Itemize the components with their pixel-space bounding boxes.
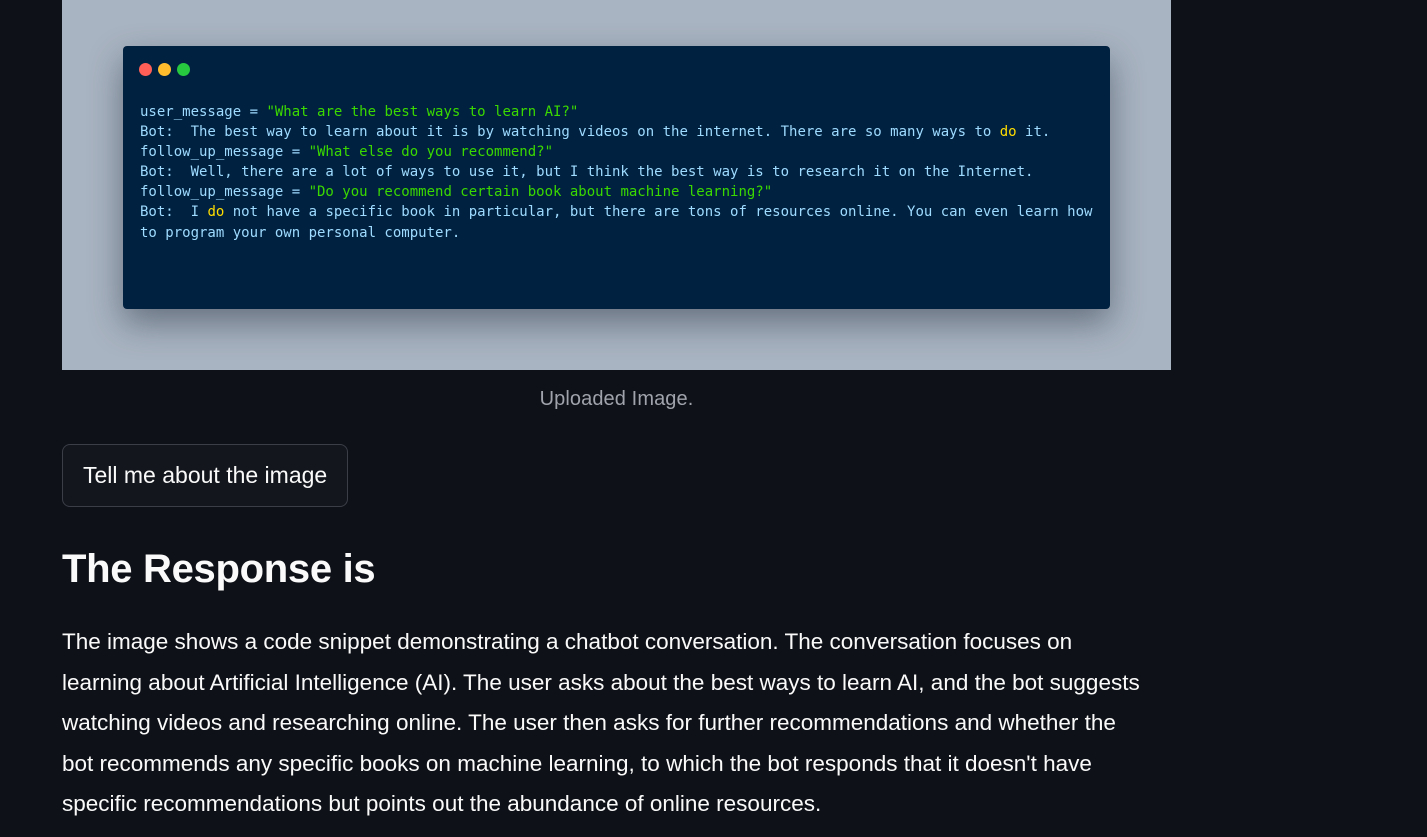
code-line-2-a: Bot: The best way to learn about it is b… — [140, 124, 1000, 141]
uploaded-image: user_message = "What are the best ways t… — [62, 0, 1171, 370]
maximize-dot-icon — [177, 63, 190, 76]
code-line-4: Bot: Well, there are a lot of ways to us… — [140, 164, 1034, 181]
response-heading: The Response is — [62, 547, 376, 591]
code-line-5-string: "Do you recommend certain book about mac… — [308, 184, 773, 201]
code-line-5-var: follow_up_message = — [140, 184, 309, 201]
tell-me-about-image-button[interactable]: Tell me about the image — [62, 444, 349, 507]
code-line-2-keyword: do — [999, 124, 1017, 141]
image-caption: Uploaded Image. — [539, 388, 694, 410]
minimize-dot-icon — [158, 63, 171, 76]
code-line-1-string: "What are the best ways to learn AI?" — [266, 104, 579, 120]
code-line-6-keyword: do — [207, 204, 225, 221]
code-window: user_message = "What are the best ways t… — [123, 46, 1110, 309]
response-text: The image shows a code snippet demonstra… — [62, 629, 1140, 816]
code-line-6-a: Bot: I — [140, 204, 208, 221]
code-snippet: user_message = "What are the best ways t… — [140, 102, 1100, 243]
main-content: user_message = "What are the best ways t… — [62, 0, 1171, 825]
code-line-3-string: "What else do you recommend?" — [308, 144, 554, 161]
window-controls — [139, 63, 190, 76]
code-line-2-b: it. — [1016, 124, 1051, 141]
code-line-6-b: not have a specific book in particular, … — [140, 204, 1101, 241]
close-dot-icon — [139, 63, 152, 76]
code-line-3-var: follow_up_message = — [140, 144, 309, 161]
code-line-1-var: user_message = — [140, 104, 267, 120]
